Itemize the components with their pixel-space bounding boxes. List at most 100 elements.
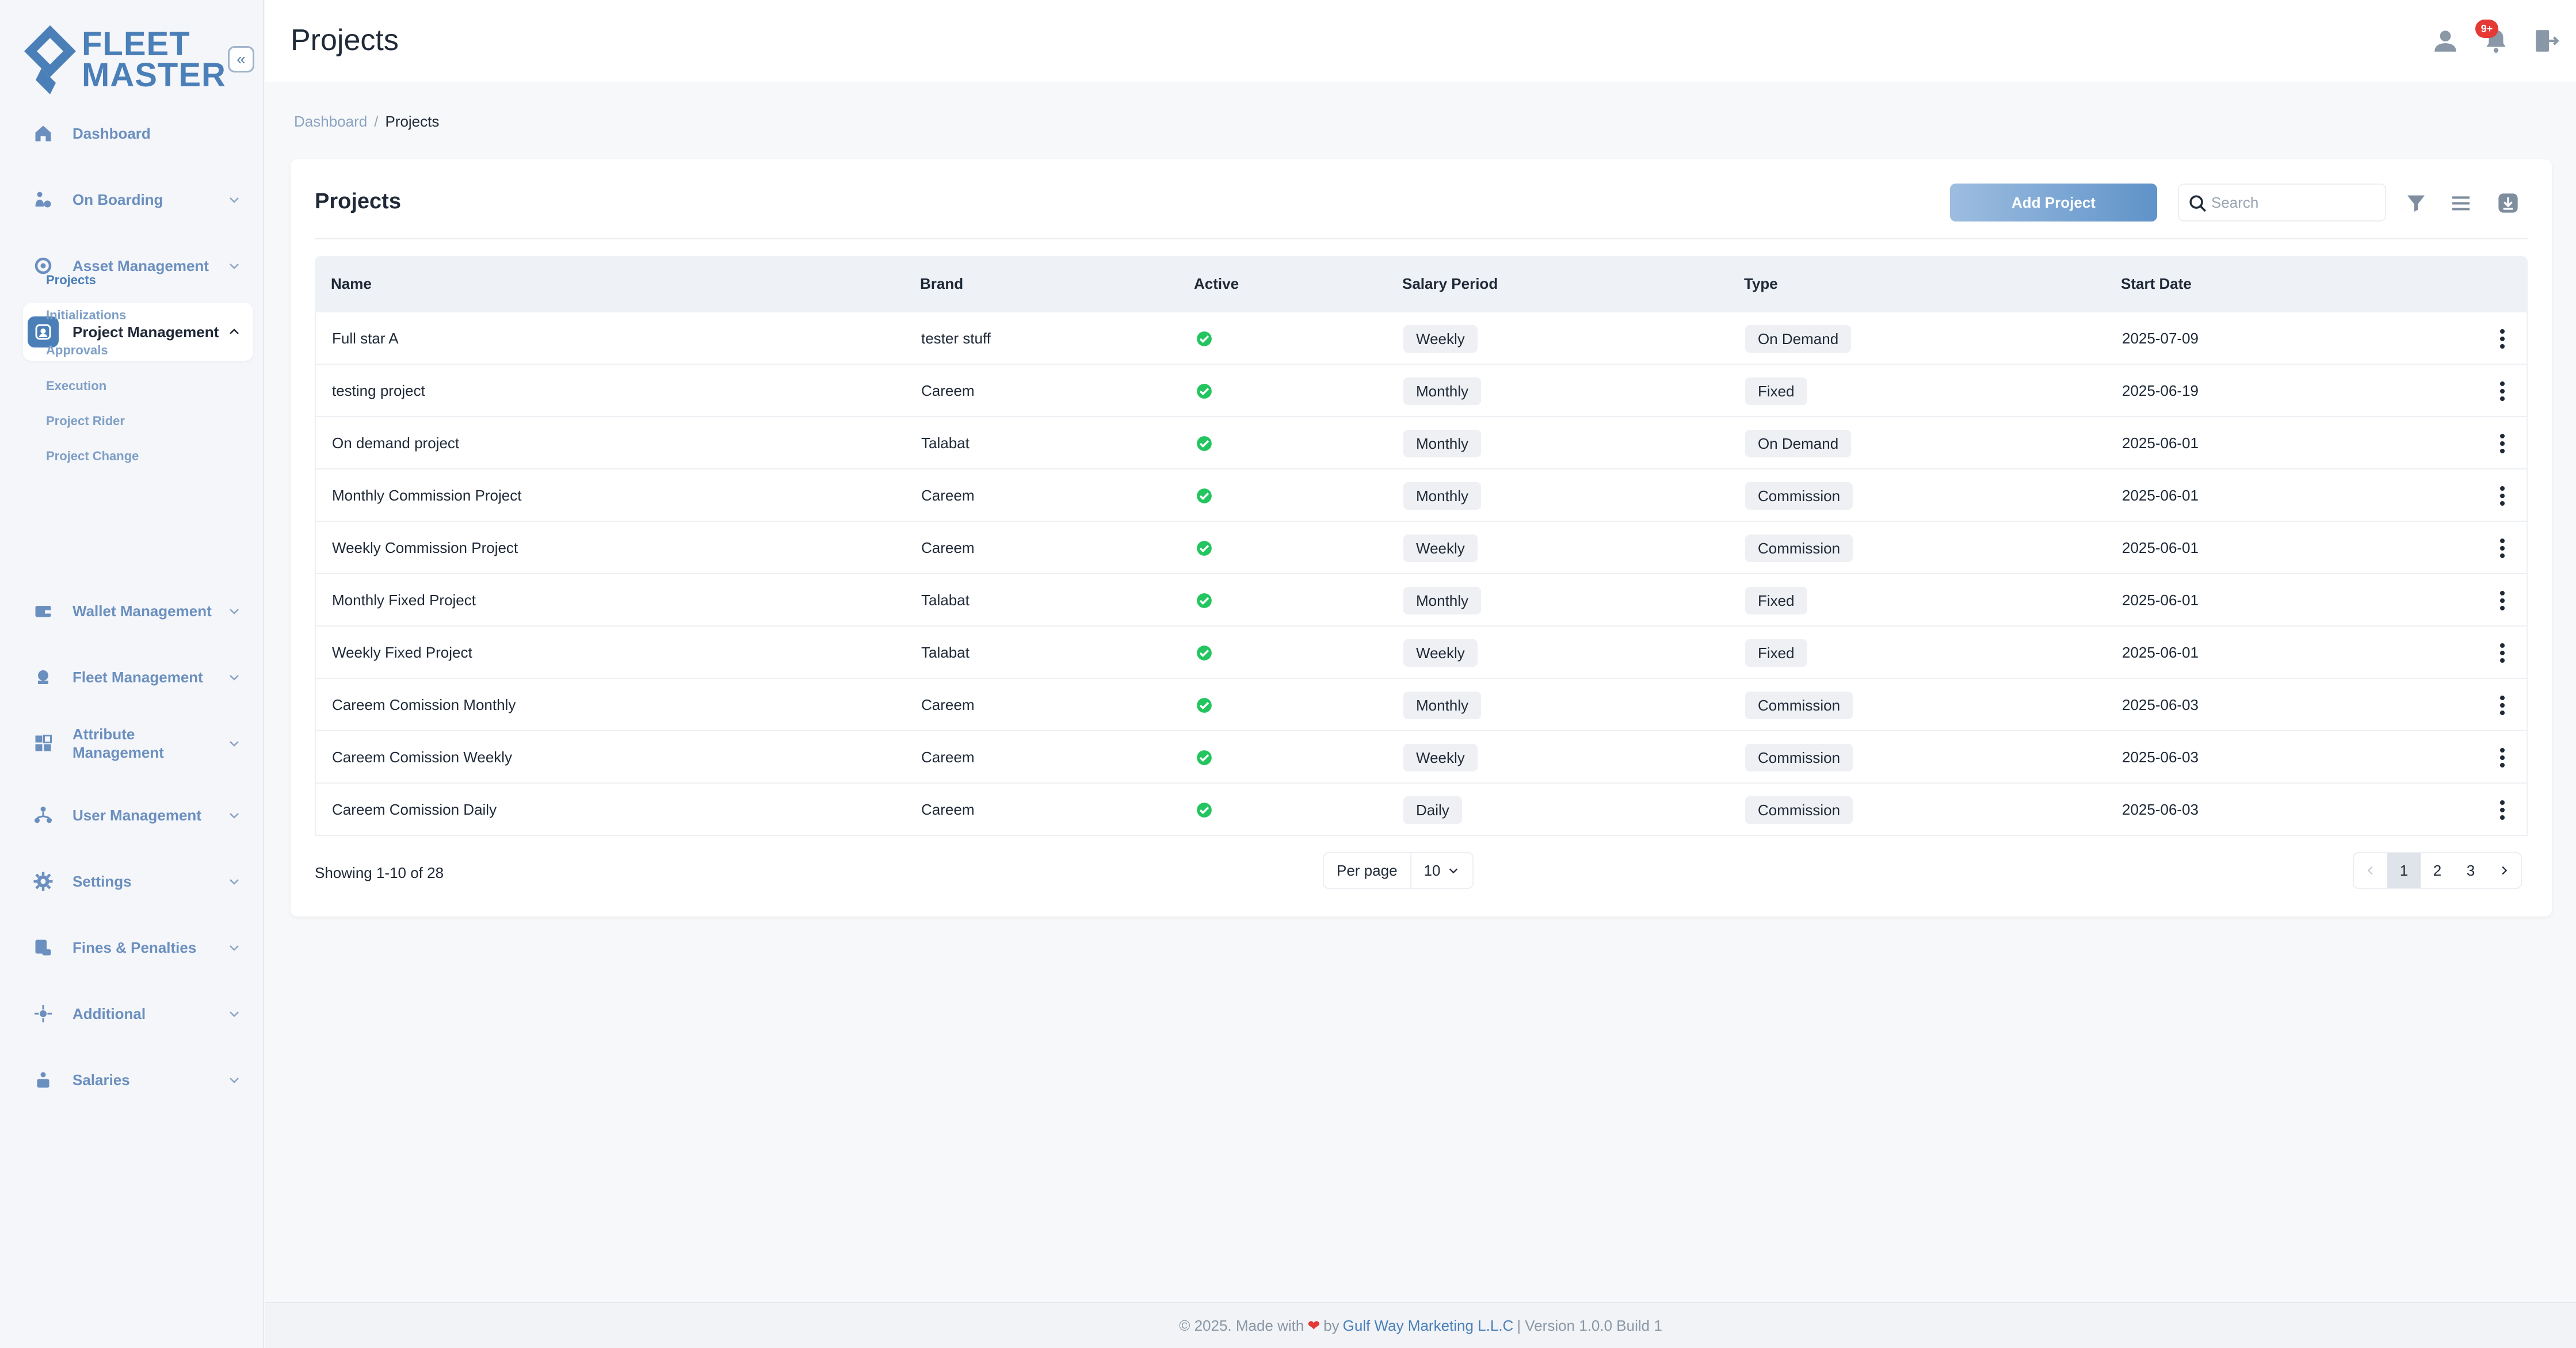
sidebar: FLEET MASTER « Dashboard On Boarding Ass…	[0, 0, 264, 1348]
breadcrumb-dashboard-link[interactable]: Dashboard	[294, 113, 367, 130]
top-header: Projects 9+	[265, 0, 2576, 82]
sidebar-item-salaries[interactable]: Salaries	[23, 1051, 253, 1109]
row-actions-icon[interactable]	[2491, 641, 2514, 665]
col-active[interactable]: Active	[1194, 275, 1239, 293]
type-badge: Fixed	[1745, 639, 1807, 667]
company-link[interactable]: Gulf Way Marketing L.L.C	[1343, 1317, 1514, 1335]
projects-card: Projects Add Project Name Brand Active S…	[291, 159, 2552, 917]
logo-mark-icon	[24, 25, 76, 94]
sidebar-item-label: Fleet Management	[72, 669, 203, 686]
sidebar-subitem-approvals[interactable]: Approvals	[46, 343, 108, 358]
per-page-control: Per page 10	[1323, 852, 1474, 889]
search-icon	[2189, 195, 2207, 212]
row-actions-icon[interactable]	[2491, 484, 2514, 507]
cell-start-date: 2025-06-01	[2122, 644, 2199, 661]
next-page-button[interactable]	[2487, 853, 2521, 888]
user-icon[interactable]	[2431, 26, 2460, 55]
row-actions-icon[interactable]	[2491, 694, 2514, 717]
chevron-down-icon	[226, 873, 243, 890]
sidebar-item-label: Wallet Management	[72, 602, 212, 620]
cell-brand: Careem	[921, 539, 975, 556]
sidebar-subitem-project-change[interactable]: Project Change	[46, 449, 139, 464]
row-actions-icon[interactable]	[2491, 799, 2514, 822]
filter-icon[interactable]	[2405, 192, 2428, 215]
cell-start-date: 2025-06-03	[2122, 696, 2199, 713]
sidebar-subitem-project-rider[interactable]: Project Rider	[46, 414, 125, 429]
app-logo[interactable]: FLEET MASTER	[24, 23, 226, 98]
type-badge: Commission	[1745, 534, 1853, 562]
table-row[interactable]: On demand project Talabat Monthly On Dem…	[315, 417, 2528, 469]
chevron-down-icon	[1449, 868, 1458, 874]
cell-name: Weekly Commission Project	[332, 539, 518, 556]
col-brand[interactable]: Brand	[920, 275, 963, 293]
prev-page-button[interactable]	[2354, 853, 2387, 888]
sidebar-item-settings[interactable]: Settings	[23, 853, 253, 910]
table-row[interactable]: Careem Comission Daily Careem Daily Comm…	[315, 784, 2528, 836]
col-name[interactable]: Name	[331, 275, 372, 293]
page-3-button[interactable]: 3	[2454, 853, 2487, 888]
table-row[interactable]: Monthly Fixed Project Talabat Monthly Fi…	[315, 574, 2528, 627]
table-row[interactable]: Monthly Commission Project Careem Monthl…	[315, 469, 2528, 522]
table-body: Full star A tester stuff Weekly On Deman…	[315, 312, 2528, 836]
table-row[interactable]: Careem Comission Monthly Careem Monthly …	[315, 679, 2528, 731]
cell-start-date: 2025-07-09	[2122, 330, 2199, 347]
breadcrumb-current: Projects	[385, 113, 440, 130]
col-salary-period[interactable]: Salary Period	[1402, 275, 1498, 293]
row-actions-icon[interactable]	[2491, 589, 2514, 612]
add-project-button[interactable]: Add Project	[1950, 184, 2157, 222]
sidebar-subitem-initializations[interactable]: Initializations	[46, 308, 126, 323]
columns-menu-icon[interactable]	[2449, 192, 2472, 215]
salary-period-badge: Monthly	[1403, 377, 1482, 405]
cell-name: On demand project	[332, 434, 460, 452]
footer-version: | Version 1.0.0 Build 1	[1517, 1316, 1662, 1334]
sidebar-item-attribute-management[interactable]: Attribute Management	[23, 715, 253, 772]
search-input[interactable]	[2211, 193, 2372, 212]
sidebar-item-label: User Management	[72, 807, 201, 824]
page-1-button[interactable]: 1	[2387, 853, 2421, 888]
table-row[interactable]: Weekly Commission Project Careem Weekly …	[315, 522, 2528, 574]
sidebar-subitem-execution[interactable]: Execution	[46, 379, 106, 394]
table-row[interactable]: testing project Careem Monthly Fixed 202…	[315, 365, 2528, 417]
col-type[interactable]: Type	[1744, 275, 1778, 293]
row-actions-icon[interactable]	[2491, 432, 2514, 455]
logout-icon[interactable]	[2532, 26, 2561, 55]
row-actions-icon[interactable]	[2491, 746, 2514, 769]
table-row[interactable]: Full star A tester stuff Weekly On Deman…	[315, 312, 2528, 365]
active-check-icon	[1197, 803, 1212, 818]
col-start-date[interactable]: Start Date	[2121, 275, 2192, 293]
salary-period-badge: Weekly	[1403, 325, 1478, 353]
salaries-icon	[28, 1064, 59, 1095]
download-icon[interactable]	[2497, 192, 2520, 215]
chevron-down-icon	[226, 735, 243, 752]
chevron-down-icon	[226, 1005, 243, 1022]
cell-name: Careem Comission Daily	[332, 801, 497, 818]
sidebar-item-user-management[interactable]: User Management	[23, 786, 253, 844]
per-page-select[interactable]: 10	[1410, 853, 1473, 888]
page-2-button[interactable]: 2	[2421, 853, 2454, 888]
cell-start-date: 2025-06-01	[2122, 487, 2199, 504]
sidebar-item-fleet-management[interactable]: Fleet Management	[23, 648, 253, 706]
collapse-sidebar-button[interactable]: «	[228, 46, 254, 72]
table-row[interactable]: Careem Comission Weekly Careem Weekly Co…	[315, 731, 2528, 784]
table-row[interactable]: Weekly Fixed Project Talabat Weekly Fixe…	[315, 627, 2528, 679]
logo-line2: MASTER	[82, 56, 226, 94]
page-title: Projects	[291, 24, 399, 57]
row-actions-icon[interactable]	[2491, 327, 2514, 350]
row-actions-icon[interactable]	[2491, 537, 2514, 560]
per-page-value: 10	[1424, 861, 1441, 879]
sidebar-subitem-projects[interactable]: Projects	[46, 273, 96, 288]
chevron-down-icon	[226, 191, 243, 208]
sidebar-item-wallet-management[interactable]: Wallet Management	[23, 582, 253, 640]
sidebar-item-dashboard[interactable]: Dashboard	[23, 105, 253, 162]
search-box	[2178, 184, 2386, 222]
type-badge: Commission	[1745, 744, 1853, 772]
logo-line1: FLEET	[82, 25, 190, 63]
sidebar-item-fines-penalties[interactable]: Fines & Penalties	[23, 919, 253, 976]
sidebar-item-on-boarding[interactable]: On Boarding	[23, 171, 253, 228]
row-actions-icon[interactable]	[2491, 380, 2514, 403]
salary-period-badge: Monthly	[1403, 587, 1482, 614]
sidebar-item-additional[interactable]: Additional	[23, 985, 253, 1042]
cell-name: Weekly Fixed Project	[332, 644, 472, 661]
fines-icon	[28, 932, 59, 963]
cell-start-date: 2025-06-19	[2122, 382, 2199, 399]
